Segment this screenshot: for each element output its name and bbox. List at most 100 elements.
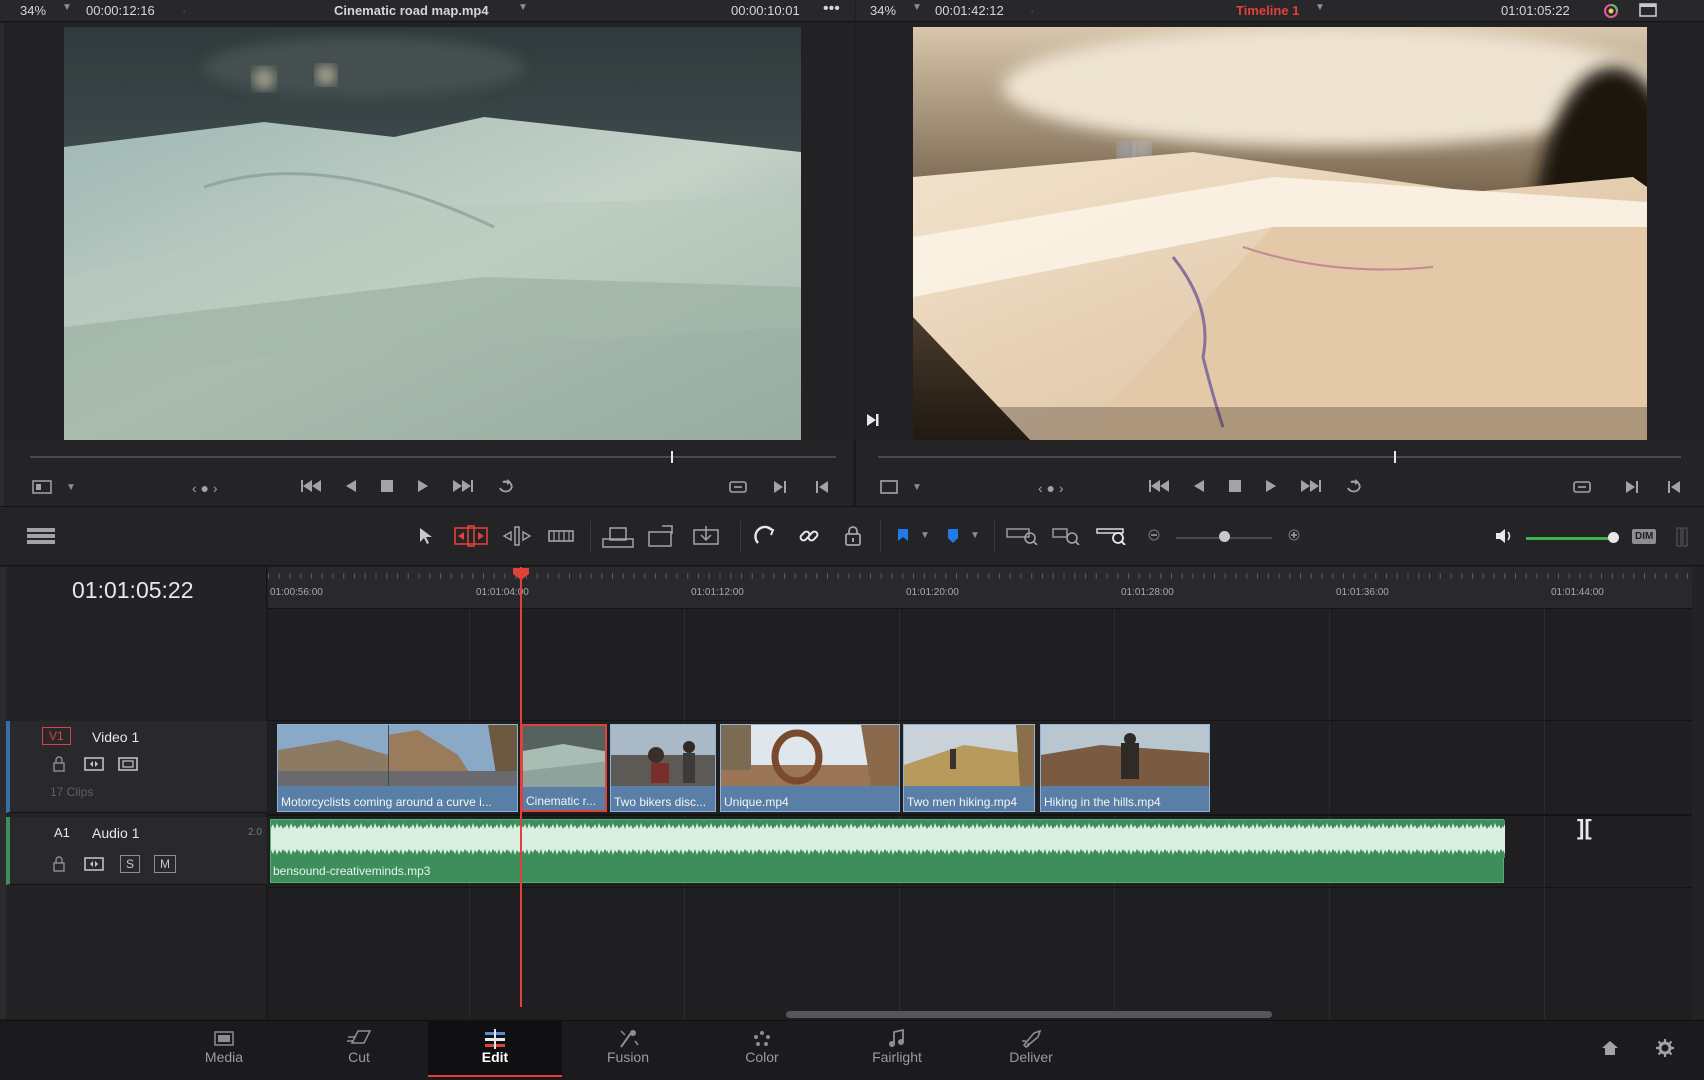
video-clip[interactable]: Motorcyclists coming around a curve i... bbox=[277, 724, 518, 812]
tab-fairlight[interactable]: Fairlight bbox=[830, 1021, 964, 1077]
mute-button[interactable]: M bbox=[154, 855, 176, 873]
audio-track-name[interactable]: Audio 1 bbox=[92, 825, 139, 841]
play-icon[interactable] bbox=[416, 478, 430, 494]
disable-video-track-icon[interactable] bbox=[118, 756, 138, 772]
playhead-handle-icon[interactable] bbox=[512, 567, 530, 581]
lock-track-icon[interactable] bbox=[52, 756, 66, 772]
auto-select-icon[interactable] bbox=[84, 756, 104, 772]
volume-slider-knob[interactable] bbox=[1608, 532, 1620, 543]
snapping-icon[interactable] bbox=[754, 525, 776, 547]
mark-in-icon[interactable] bbox=[814, 479, 830, 495]
chevron-down-icon[interactable]: ▼ bbox=[912, 2, 922, 13]
tab-deliver[interactable]: Deliver bbox=[964, 1021, 1098, 1077]
track-id-a1[interactable]: A1 bbox=[54, 825, 70, 840]
jump-to-end-icon[interactable] bbox=[452, 478, 474, 494]
gear-icon[interactable] bbox=[1655, 1038, 1675, 1058]
source-scrubber[interactable] bbox=[30, 456, 836, 458]
mark-out-icon[interactable] bbox=[1624, 479, 1640, 495]
timeline-video-frame[interactable] bbox=[913, 27, 1647, 443]
loop-icon[interactable] bbox=[496, 478, 518, 494]
zoom-out-icon[interactable] bbox=[1148, 529, 1160, 541]
source-zoom-level[interactable]: 34% bbox=[20, 3, 46, 18]
chevron-down-icon[interactable]: ▼ bbox=[66, 482, 76, 493]
chevron-down-icon[interactable]: ▼ bbox=[62, 2, 72, 13]
overwrite-clip-icon[interactable] bbox=[648, 524, 676, 548]
match-frame-icon[interactable] bbox=[728, 479, 748, 495]
timeline-playhead-mini[interactable] bbox=[1394, 451, 1396, 463]
chevron-down-icon[interactable]: ▼ bbox=[920, 530, 930, 541]
chevron-down-icon[interactable]: ▼ bbox=[970, 530, 980, 541]
go-to-end-marker-icon[interactable] bbox=[866, 413, 880, 427]
source-video-frame[interactable] bbox=[64, 27, 801, 443]
position-lock-icon[interactable] bbox=[844, 525, 862, 547]
linked-selection-icon[interactable] bbox=[798, 525, 820, 547]
match-frame-icon[interactable] bbox=[1572, 479, 1592, 495]
blade-edit-icon[interactable] bbox=[548, 528, 574, 544]
lock-track-icon[interactable] bbox=[52, 856, 66, 872]
zoom-slider-knob[interactable] bbox=[1219, 531, 1230, 542]
source-playhead[interactable] bbox=[671, 451, 673, 463]
tab-fusion[interactable]: Fusion bbox=[561, 1021, 695, 1077]
marker-icon[interactable] bbox=[946, 527, 960, 545]
mark-in-icon[interactable] bbox=[1666, 479, 1682, 495]
tab-media[interactable]: Media bbox=[157, 1021, 291, 1077]
chevron-down-icon[interactable]: ▼ bbox=[1315, 2, 1325, 13]
tab-color[interactable]: Color bbox=[695, 1021, 829, 1077]
timeline-ruler[interactable]: 01:00:56:00 01:01:04:00 01:01:12:00 01:0… bbox=[268, 567, 1692, 609]
custom-zoom-icon[interactable] bbox=[1096, 527, 1128, 545]
home-icon[interactable] bbox=[1601, 1039, 1619, 1057]
chevron-down-icon[interactable]: ▼ bbox=[912, 482, 922, 493]
loop-icon[interactable] bbox=[1344, 478, 1366, 494]
jump-to-end-icon[interactable] bbox=[1300, 478, 1322, 494]
play-icon[interactable] bbox=[1264, 478, 1278, 494]
mark-out-icon[interactable] bbox=[772, 479, 788, 495]
timeline-horizontal-scrollbar[interactable] bbox=[786, 1011, 1272, 1018]
tab-edit[interactable]: Edit bbox=[428, 1021, 562, 1077]
transform-overlay-icon[interactable] bbox=[880, 480, 898, 494]
jump-to-start-icon[interactable] bbox=[300, 478, 322, 494]
detail-zoom-icon[interactable] bbox=[1052, 527, 1084, 545]
trim-edit-mode-icon[interactable] bbox=[454, 525, 488, 547]
timeline-zoom-level[interactable]: 34% bbox=[870, 3, 896, 18]
selection-mode-icon[interactable] bbox=[418, 527, 434, 545]
video-clip[interactable]: Unique.mp4 bbox=[720, 724, 900, 812]
timeline-scrubber[interactable] bbox=[878, 456, 1681, 458]
solo-button[interactable]: S bbox=[120, 855, 140, 873]
video-clip[interactable]: Two men hiking.mp4 bbox=[903, 724, 1035, 812]
timeline-playhead[interactable] bbox=[520, 567, 522, 1007]
audio-clip[interactable]: bensound-creativeminds.mp3 bbox=[270, 819, 1505, 883]
chevron-down-icon[interactable]: ▼ bbox=[518, 2, 528, 13]
stop-icon[interactable] bbox=[380, 478, 394, 494]
timeline-view-options-icon[interactable] bbox=[26, 527, 56, 545]
jump-to-start-icon[interactable] bbox=[1148, 478, 1170, 494]
color-wheel-icon[interactable] bbox=[1602, 2, 1620, 20]
play-reverse-icon[interactable] bbox=[344, 478, 358, 494]
insert-clip-icon[interactable] bbox=[602, 525, 634, 549]
full-extent-zoom-icon[interactable] bbox=[1006, 527, 1038, 545]
jog-control-icon[interactable]: ‹ ● › bbox=[1038, 480, 1064, 496]
play-reverse-icon[interactable] bbox=[1192, 478, 1206, 494]
viewer-layout-icon[interactable] bbox=[32, 480, 52, 494]
timeline-name[interactable]: Timeline 1 bbox=[1236, 3, 1299, 18]
stop-icon[interactable] bbox=[1228, 478, 1242, 494]
current-timecode[interactable]: 01:01:05:22 bbox=[72, 577, 194, 604]
dynamic-trim-icon[interactable] bbox=[502, 526, 532, 546]
jog-control-icon[interactable]: ‹ ● › bbox=[192, 480, 218, 496]
speaker-icon[interactable] bbox=[1494, 527, 1514, 545]
track-id-v1[interactable]: V1 bbox=[42, 727, 71, 745]
tab-cut[interactable]: Cut bbox=[292, 1021, 426, 1077]
source-clip-name[interactable]: Cinematic road map.mp4 bbox=[334, 3, 489, 18]
flag-icon[interactable] bbox=[896, 527, 910, 545]
auto-select-icon[interactable] bbox=[84, 856, 104, 872]
replace-clip-icon[interactable] bbox=[690, 524, 722, 548]
dim-button[interactable]: DIM bbox=[1632, 529, 1657, 544]
video-clip[interactable]: Two bikers disc... bbox=[610, 724, 716, 812]
video-clip-selected[interactable]: Cinematic r... bbox=[521, 724, 607, 812]
timeline-vertical-scrollbar[interactable] bbox=[1692, 567, 1704, 1019]
zoom-in-icon[interactable] bbox=[1288, 529, 1300, 541]
audio-meter-icon[interactable] bbox=[1676, 527, 1688, 547]
viewer-mode-icon[interactable] bbox=[1639, 3, 1657, 17]
video-track-name[interactable]: Video 1 bbox=[92, 729, 139, 745]
video-clip[interactable]: Hiking in the hills.mp4 bbox=[1040, 724, 1210, 812]
more-options-icon[interactable]: ••• bbox=[823, 0, 840, 18]
